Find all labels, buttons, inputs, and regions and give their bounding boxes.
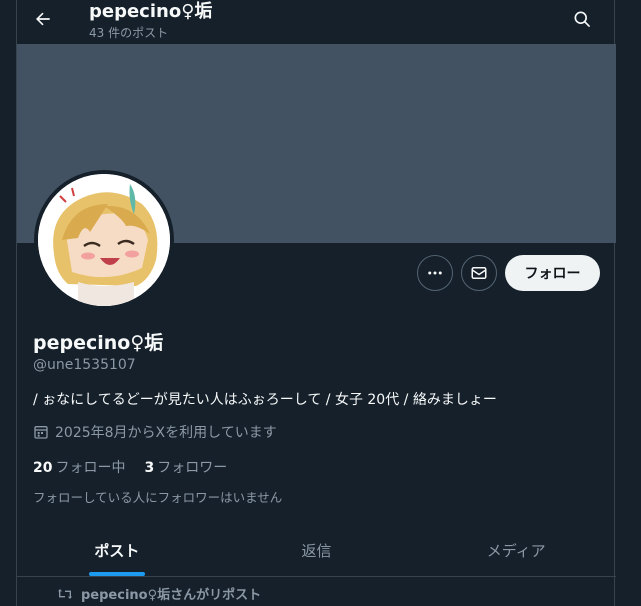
following-count: 20	[33, 460, 53, 476]
following-label: フォロー中	[55, 460, 126, 476]
profile-tabs: ポスト 返信 メディア	[17, 524, 616, 577]
join-date: 2025年8月からXを利用しています	[33, 422, 277, 442]
follow-button[interactable]: フォロー	[505, 255, 600, 291]
repost-icon	[58, 588, 72, 599]
repost-text: pepecino♀垢さんがリポスト	[81, 588, 262, 603]
followers-count: 3	[144, 460, 155, 476]
follow-stats: 20 フォロー中 3 フォロワー	[33, 457, 227, 477]
tab-label: 返信	[301, 541, 332, 560]
profile-column: pepecino♀垢 43 件のポスト フォロー pepecino♀垢 @une…	[16, 0, 616, 606]
join-date-text: 2025年8月からXを利用しています	[55, 425, 277, 441]
tab-label: メディア	[486, 541, 546, 560]
more-button[interactable]	[417, 255, 453, 291]
active-tab-indicator	[88, 572, 145, 576]
search-button[interactable]	[566, 3, 598, 35]
calendar-icon	[34, 426, 48, 439]
avatar-image	[38, 174, 170, 306]
following-link[interactable]: 20 フォロー中	[33, 457, 125, 477]
tab-media[interactable]: メディア	[416, 524, 616, 576]
header-title: pepecino♀垢	[89, 1, 213, 22]
back-button[interactable]	[27, 3, 59, 35]
tab-label: ポスト	[94, 541, 140, 560]
followers-link[interactable]: 3 フォロワー	[144, 457, 227, 477]
followed-by-note: フォローしている人にフォロワーはいません	[33, 490, 283, 505]
tab-replies[interactable]: 返信	[217, 524, 417, 576]
more-icon	[428, 271, 442, 275]
display-name: pepecino♀垢	[33, 332, 164, 354]
avatar[interactable]	[34, 170, 174, 310]
search-icon	[574, 11, 590, 27]
mail-icon	[471, 267, 487, 279]
post-count: 43 件のポスト	[89, 26, 169, 40]
repost-context[interactable]: pepecino♀垢さんがリポスト	[57, 584, 261, 603]
tab-posts[interactable]: ポスト	[17, 524, 217, 576]
profile-bio: / ぉなにしてるどーが見たい人はふぉろーして / 女子 20代 / 絡みましょー	[33, 392, 497, 408]
user-handle: @une1535107	[33, 357, 136, 373]
profile-header: pepecino♀垢 43 件のポスト	[17, 0, 616, 44]
back-arrow-icon	[36, 12, 50, 26]
followers-label: フォロワー	[157, 460, 228, 476]
message-button[interactable]	[461, 255, 497, 291]
